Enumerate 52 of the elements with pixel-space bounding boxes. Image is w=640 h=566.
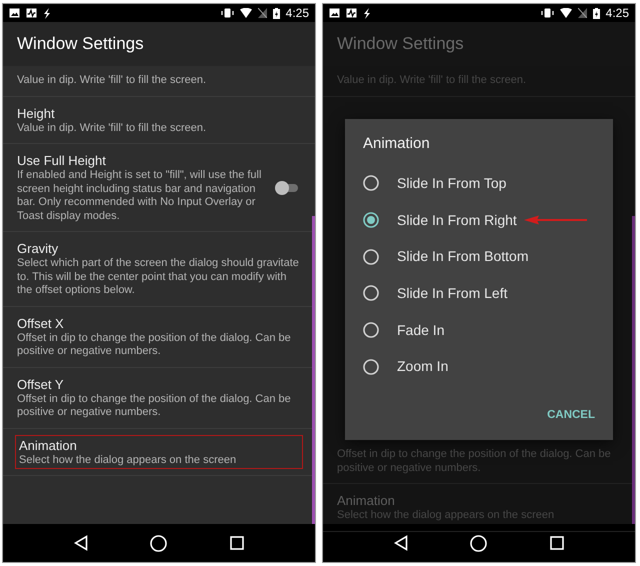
status-time: 4:25: [286, 5, 309, 22]
wifi-icon: [560, 8, 572, 18]
wifi-icon: [240, 8, 252, 18]
home-icon[interactable]: [150, 534, 168, 552]
back-icon[interactable]: [74, 535, 88, 551]
setting-title: Offset X: [17, 314, 65, 332]
toggle-switch[interactable]: [275, 180, 301, 194]
no-signal-icon: [258, 8, 267, 18]
battery-icon: [272, 8, 280, 18]
pulse-icon: [346, 8, 357, 18]
image-icon: [9, 8, 20, 18]
setting-title: Use Full Height: [17, 152, 107, 169]
radio-button[interactable]: [363, 212, 379, 228]
radio-button[interactable]: [363, 322, 379, 338]
lightning-icon: [43, 8, 51, 18]
radio-option[interactable]: Slide In From Top: [345, 165, 613, 202]
radio-button[interactable]: [363, 175, 379, 192]
radio-option[interactable]: Slide In From Left: [345, 275, 613, 312]
recents-icon[interactable]: [230, 536, 244, 550]
setting-description: Offset in dip to change the position of the dialog. Can be positive or negative numbers.: [17, 392, 292, 420]
app-bar-title: Window Settings: [3, 22, 315, 66]
recents-icon[interactable]: [550, 536, 564, 550]
vibrate-icon: [220, 8, 234, 18]
setting-description: Select how the dialog appears on the screen: [19, 454, 238, 467]
no-signal-icon: [578, 8, 587, 18]
radio-button[interactable]: [363, 358, 379, 375]
radio-button[interactable]: [363, 248, 379, 265]
setting-title: Offset Y: [17, 376, 64, 392]
pulse-icon: [26, 8, 37, 18]
setting-description: Value in dip. Write 'fill' to fill the screen.: [17, 74, 208, 88]
lightning-icon: [363, 8, 371, 18]
radio-option[interactable]: Fade In: [345, 312, 613, 348]
setting-description: Select which part of the screen the dialog should gravitate to. This will be the center point that you can modify with the offset options below.: [17, 257, 300, 298]
dialog-title: Animation: [362, 134, 431, 154]
setting-description: Value in dip. Write 'fill' to fill the screen.: [17, 122, 208, 135]
radio-option[interactable]: Slide In From Right: [345, 202, 613, 238]
radio-option[interactable]: Zoom In: [345, 348, 613, 386]
battery-icon: [592, 8, 600, 18]
setting-title: Height: [17, 104, 56, 122]
home-icon[interactable]: [470, 534, 488, 552]
radio-button[interactable]: [363, 285, 379, 302]
vibrate-icon: [540, 8, 554, 18]
back-icon[interactable]: [394, 535, 408, 551]
setting-description: Offset in dip to change the position of the dialog. Can be positive or negative numbers.: [17, 332, 292, 358]
status-time: 4:25: [606, 5, 629, 22]
radio-option[interactable]: Slide In From Bottom: [345, 238, 613, 276]
setting-description: If enabled and Height is set to "fill", will use the full screen height including status bar and navigation bar. Only recommended with No Input Overlay or Toast display modes.: [17, 169, 262, 223]
cancel-button[interactable]: CANCEL: [529, 401, 613, 430]
image-icon: [329, 8, 340, 18]
setting-title: Gravity: [17, 240, 60, 257]
setting-title: Animation: [19, 436, 78, 454]
setting-title: Animation: [337, 492, 396, 510]
